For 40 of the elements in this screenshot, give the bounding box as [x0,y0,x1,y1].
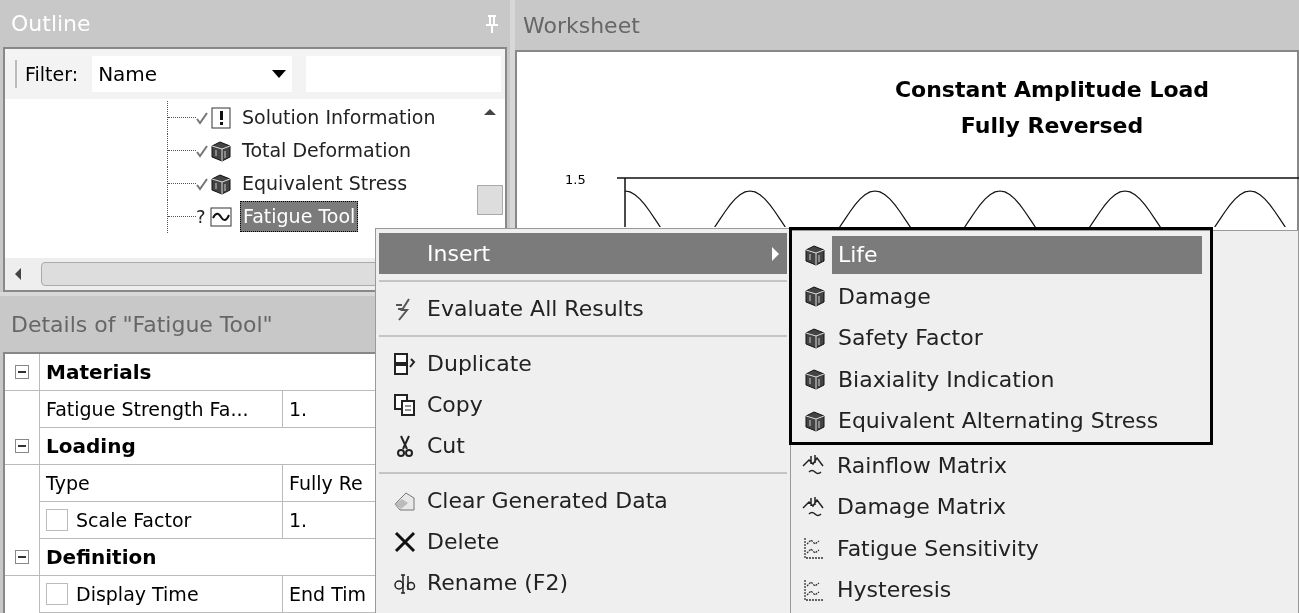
info-icon [208,104,234,131]
copy-icon [392,391,418,418]
property-value: 1. [288,396,308,422]
submenu-item[interactable]: Damage Matrix [791,486,1298,528]
axis-tick-label: 1.5 [565,171,586,189]
tree-item[interactable]: Fatigue Tool [240,201,359,232]
menu-item[interactable]: Evaluate All Results [379,288,787,329]
collapse-toggle[interactable] [15,550,29,564]
submenu-item[interactable]: Safety Factor [792,317,1210,359]
property-value: End Tim [288,581,366,607]
submenu-item[interactable]: Biaxiality Indication [792,358,1210,400]
submenu-item[interactable]: Fatigue Sensitivity [791,527,1298,569]
filter-dropdown[interactable]: Name [92,56,293,92]
property-name: Scale Factor [76,507,192,533]
collapse-toggle[interactable] [15,439,29,453]
parameter-checkbox[interactable] [46,509,68,531]
tree-item[interactable]: Equivalent Stress [240,169,410,198]
property-name: Display Time [76,581,199,607]
property-value: Fully Re [288,470,363,496]
duplicate-icon [392,350,418,377]
submenu-item[interactable]: Rainflow Matrix [791,444,1298,486]
submenu-item[interactable]: Equivalent Alternating Stress [792,400,1210,442]
filter-label: Filter: [15,59,79,89]
chart-title: Fully Reversed [960,112,1144,140]
parameter-checkbox[interactable] [46,583,68,605]
chart-title: Constant Amplitude Load [894,76,1210,104]
status-mark: ? [196,207,207,226]
tree-item[interactable]: Solution Information [240,103,438,132]
menu-item[interactable]: Clear Generated Data [379,480,787,521]
collapse-toggle[interactable] [15,365,29,379]
submenu-item[interactable]: Damage [792,275,1210,317]
menu-item[interactable]: Insert [379,233,787,274]
panel-title: Details of "Fatigue Tool" [11,310,273,339]
property-name: Fatigue Strength Fa... [46,396,249,422]
caret-icon [272,70,287,78]
tree-item[interactable]: Total Deformation [240,136,414,165]
submenu-item[interactable]: Hysteresis [791,569,1298,611]
panel-title: Worksheet [523,11,640,40]
property-value: 1. [288,507,308,533]
property-name: Type [46,470,90,496]
